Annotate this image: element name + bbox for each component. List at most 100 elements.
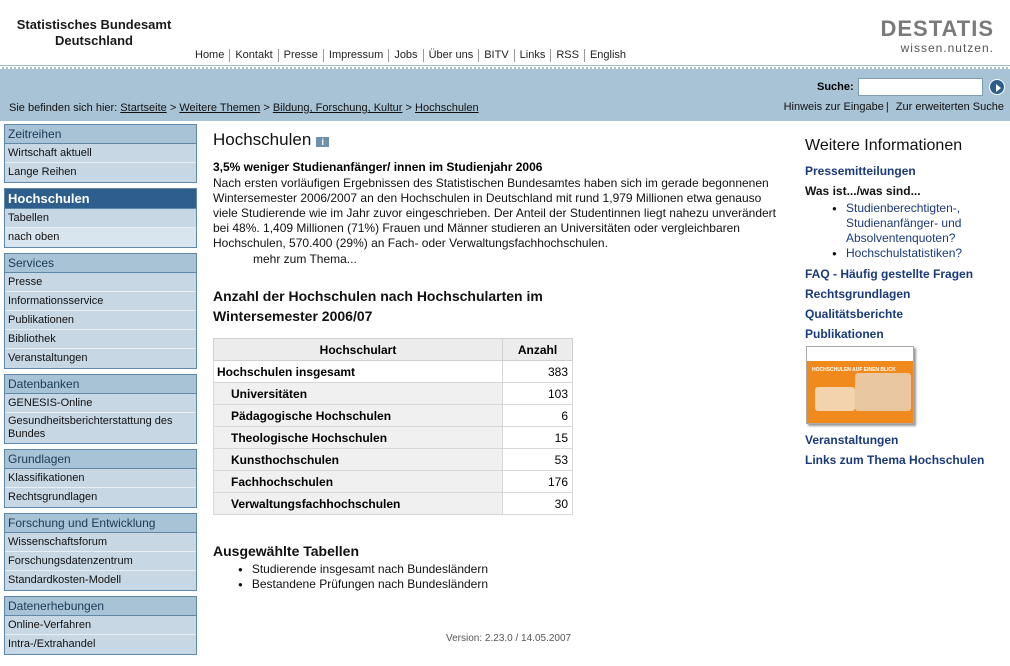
sidebar-heading[interactable]: Grundlagen [5,450,196,469]
column-header-anzahl: Anzahl [502,338,573,361]
nav-bitv[interactable]: BITV [478,49,513,62]
nav-links[interactable]: Links [513,49,551,62]
sidebar-group: Services Presse Informationsservice Publika… [4,253,197,369]
nav-über-uns[interactable]: Über uns [422,49,479,62]
was-ist-link[interactable]: Studienberechtigten-, Studienanfänger- u… [832,201,1005,246]
destatis-tagline: wissen.nutzen. [900,41,994,55]
table-cell-anzahl: 53 [502,448,573,471]
table-cell-anzahl: 176 [502,470,573,493]
selected-table-link[interactable]: Bestandene Prüfungen nach Bundesländern [238,577,788,592]
main-content: Hochschulen i 3,5% weniger Studienanfäng… [213,130,788,592]
version-info: Version: 2.23.0 / 14.05.2007 [446,633,572,644]
breadcrumb-separator: > [169,102,177,114]
breadcrumb-separator: > [263,102,270,114]
breadcrumb-item[interactable]: Hochschulen [415,102,479,114]
table-row: Hochschulen insgesamt 383 [213,360,573,383]
info-icon[interactable]: i [316,136,330,147]
sidebar-heading[interactable]: Hochschulen [5,189,196,209]
sidebar: Zeitreihen Wirtschaft aktuell Lange Reihen… [4,124,197,660]
sidebar-item[interactable]: nach oben [5,228,196,247]
sidebar-item[interactable]: Informationsservice [5,292,196,311]
sidebar-item[interactable]: Publikationen [5,311,196,330]
table-cell-hochschulart: Pädagogische Hochschulen [213,404,503,427]
sidebar-item[interactable]: Veranstaltungen [5,349,196,368]
sidebar-group: Zeitreihen Wirtschaft aktuell Lange Reihen [4,124,197,183]
was-ist-list: Studienberechtigten-, Studienanfänger- u… [832,201,1005,261]
sidebar-item[interactable]: Online-Verfahren [5,616,196,635]
rechtsgrundlagen-link[interactable]: Rechtsgrundlagen [805,284,1005,304]
sidebar-heading[interactable]: Zeitreihen [5,125,196,144]
table-cell-hochschulart: Hochschulen insgesamt [213,360,503,383]
table-title-line2: Wintersemester 2006/07 [213,308,373,324]
sidebar-heading[interactable]: Datenerhebungen [5,597,196,616]
sidebar-item[interactable]: Klassifikationen [5,469,196,488]
search-input[interactable] [858,78,983,96]
faq-link[interactable]: FAQ - Häufig gestellte Fragen [805,264,1005,284]
org-logo[interactable]: Statistisches Bundesamt Deutschland [14,17,174,49]
selected-table-link[interactable]: Studierende insgesamt nach Bundesländern [238,562,788,577]
advanced-search-link[interactable]: Zur erweiterten Suche [896,101,1004,113]
sidebar-item[interactable]: Wirtschaft aktuell [5,144,196,163]
was-ist-heading: Was ist.../was sind... [805,184,921,198]
sidebar-heading[interactable]: Services [5,254,196,273]
sidebar-item[interactable]: Gesundheitsberichterstattung des Bundes [5,413,196,443]
was-ist-link[interactable]: Hochschulstatistiken? [832,246,1005,261]
more-link[interactable]: mehr zum Thema... [253,252,788,266]
breadcrumb-item[interactable]: Startseite [120,102,166,114]
breadcrumb-item[interactable]: Bildung, Forschung, Kultur [273,102,403,114]
right-title: Weitere Informationen [805,137,963,154]
destatis-logo[interactable]: DESTATIS wissen.nutzen. [880,16,994,56]
column-header-hochschulart: Hochschulart [213,338,503,361]
sidebar-heading[interactable]: Datenbanken [5,375,196,394]
qualitaetsberichte-link[interactable]: Qualitätsberichte [805,304,1005,324]
table-cell-hochschulart: Universitäten [213,382,503,405]
table-title: Anzahl der Hochschulen nach Hochschulart… [213,286,788,326]
nav-home[interactable]: Home [195,49,229,62]
nav-rss[interactable]: RSS [550,49,584,62]
table-row: Theologische Hochschulen 15 [213,426,573,449]
table-cell-anzahl: 15 [502,426,573,449]
sidebar-item[interactable]: Bibliothek [5,330,196,349]
nav-impressum[interactable]: Impressum [322,49,388,62]
sidebar-item[interactable]: Lange Reihen [5,163,196,182]
nav-kontakt[interactable]: Kontakt [229,49,277,62]
sidebar-group: Grundlagen Klassifikationen Rechtsgrundlag… [4,449,197,508]
breadcrumb-separator: > [405,102,412,114]
table-cell-hochschulart: Fachhochschulen [213,470,503,493]
destatis-brand: DESTATIS [880,16,994,41]
search-hint-link[interactable]: Hinweis zur Eingabe [784,101,884,113]
search-band: Suche: Hinweis zur Eingabe | Zur erweiter… [0,67,1010,121]
breadcrumb-item[interactable]: Weitere Themen [179,102,260,114]
sidebar-item[interactable]: Tabellen [5,209,196,228]
news-body: Nach ersten vorläufigen Ergebnissen des … [213,176,777,250]
sidebar-item[interactable]: Standardkosten-Modell [5,571,196,590]
sidebar-item[interactable]: Presse [5,273,196,292]
news-headline: 3,5% weniger Studienanfänger/ innen im S… [213,160,543,174]
nav-english[interactable]: English [583,49,631,62]
press-link[interactable]: Pressemitteilungen [805,161,1005,181]
sidebar-item[interactable]: Intra-/Extrahandel [5,635,196,654]
sidebar-item[interactable]: Forschungsdatenzentrum [5,552,196,571]
table-title-line1: Anzahl der Hochschulen nach Hochschulart… [213,288,543,304]
table-cell-hochschulart: Kunsthochschulen [213,448,503,471]
nav-jobs[interactable]: Jobs [388,49,422,62]
sidebar-item[interactable]: Rechtsgrundlagen [5,488,196,507]
org-name-line1: Statistisches Bundesamt [16,17,172,32]
sidebar-group: Hochschulen Tabellen nach oben [4,188,197,248]
selected-tables-title: Ausgewählte Tabellen [213,543,359,559]
table-row: Universitäten 103 [213,382,573,405]
veranstaltungen-link[interactable]: Veranstaltungen [805,430,1005,450]
search-links: Hinweis zur Eingabe | Zur erweiterten Suc… [783,101,1004,113]
sidebar-heading[interactable]: Forschung und Entwicklung [5,514,196,533]
sidebar-item[interactable]: Wissenschaftsforum [5,533,196,552]
breadcrumb-prefix: Sie befinden sich hier: [9,102,118,114]
right-column: Weitere Informationen Pressemitteilungen… [805,137,1005,470]
nav-presse[interactable]: Presse [277,49,323,62]
table-cell-anzahl: 103 [502,382,573,405]
brochure-cover-image[interactable]: HOCHSCHULEN AUF EINEN BLICK [806,346,914,424]
table-cell-anzahl: 383 [502,360,573,383]
links-hochschulen-link[interactable]: Links zum Thema Hochschulen [805,450,1005,470]
search-go-icon[interactable] [989,79,1005,95]
sidebar-item[interactable]: GENESIS-Online [5,394,196,413]
publikationen-link[interactable]: Publikationen [805,324,1005,344]
